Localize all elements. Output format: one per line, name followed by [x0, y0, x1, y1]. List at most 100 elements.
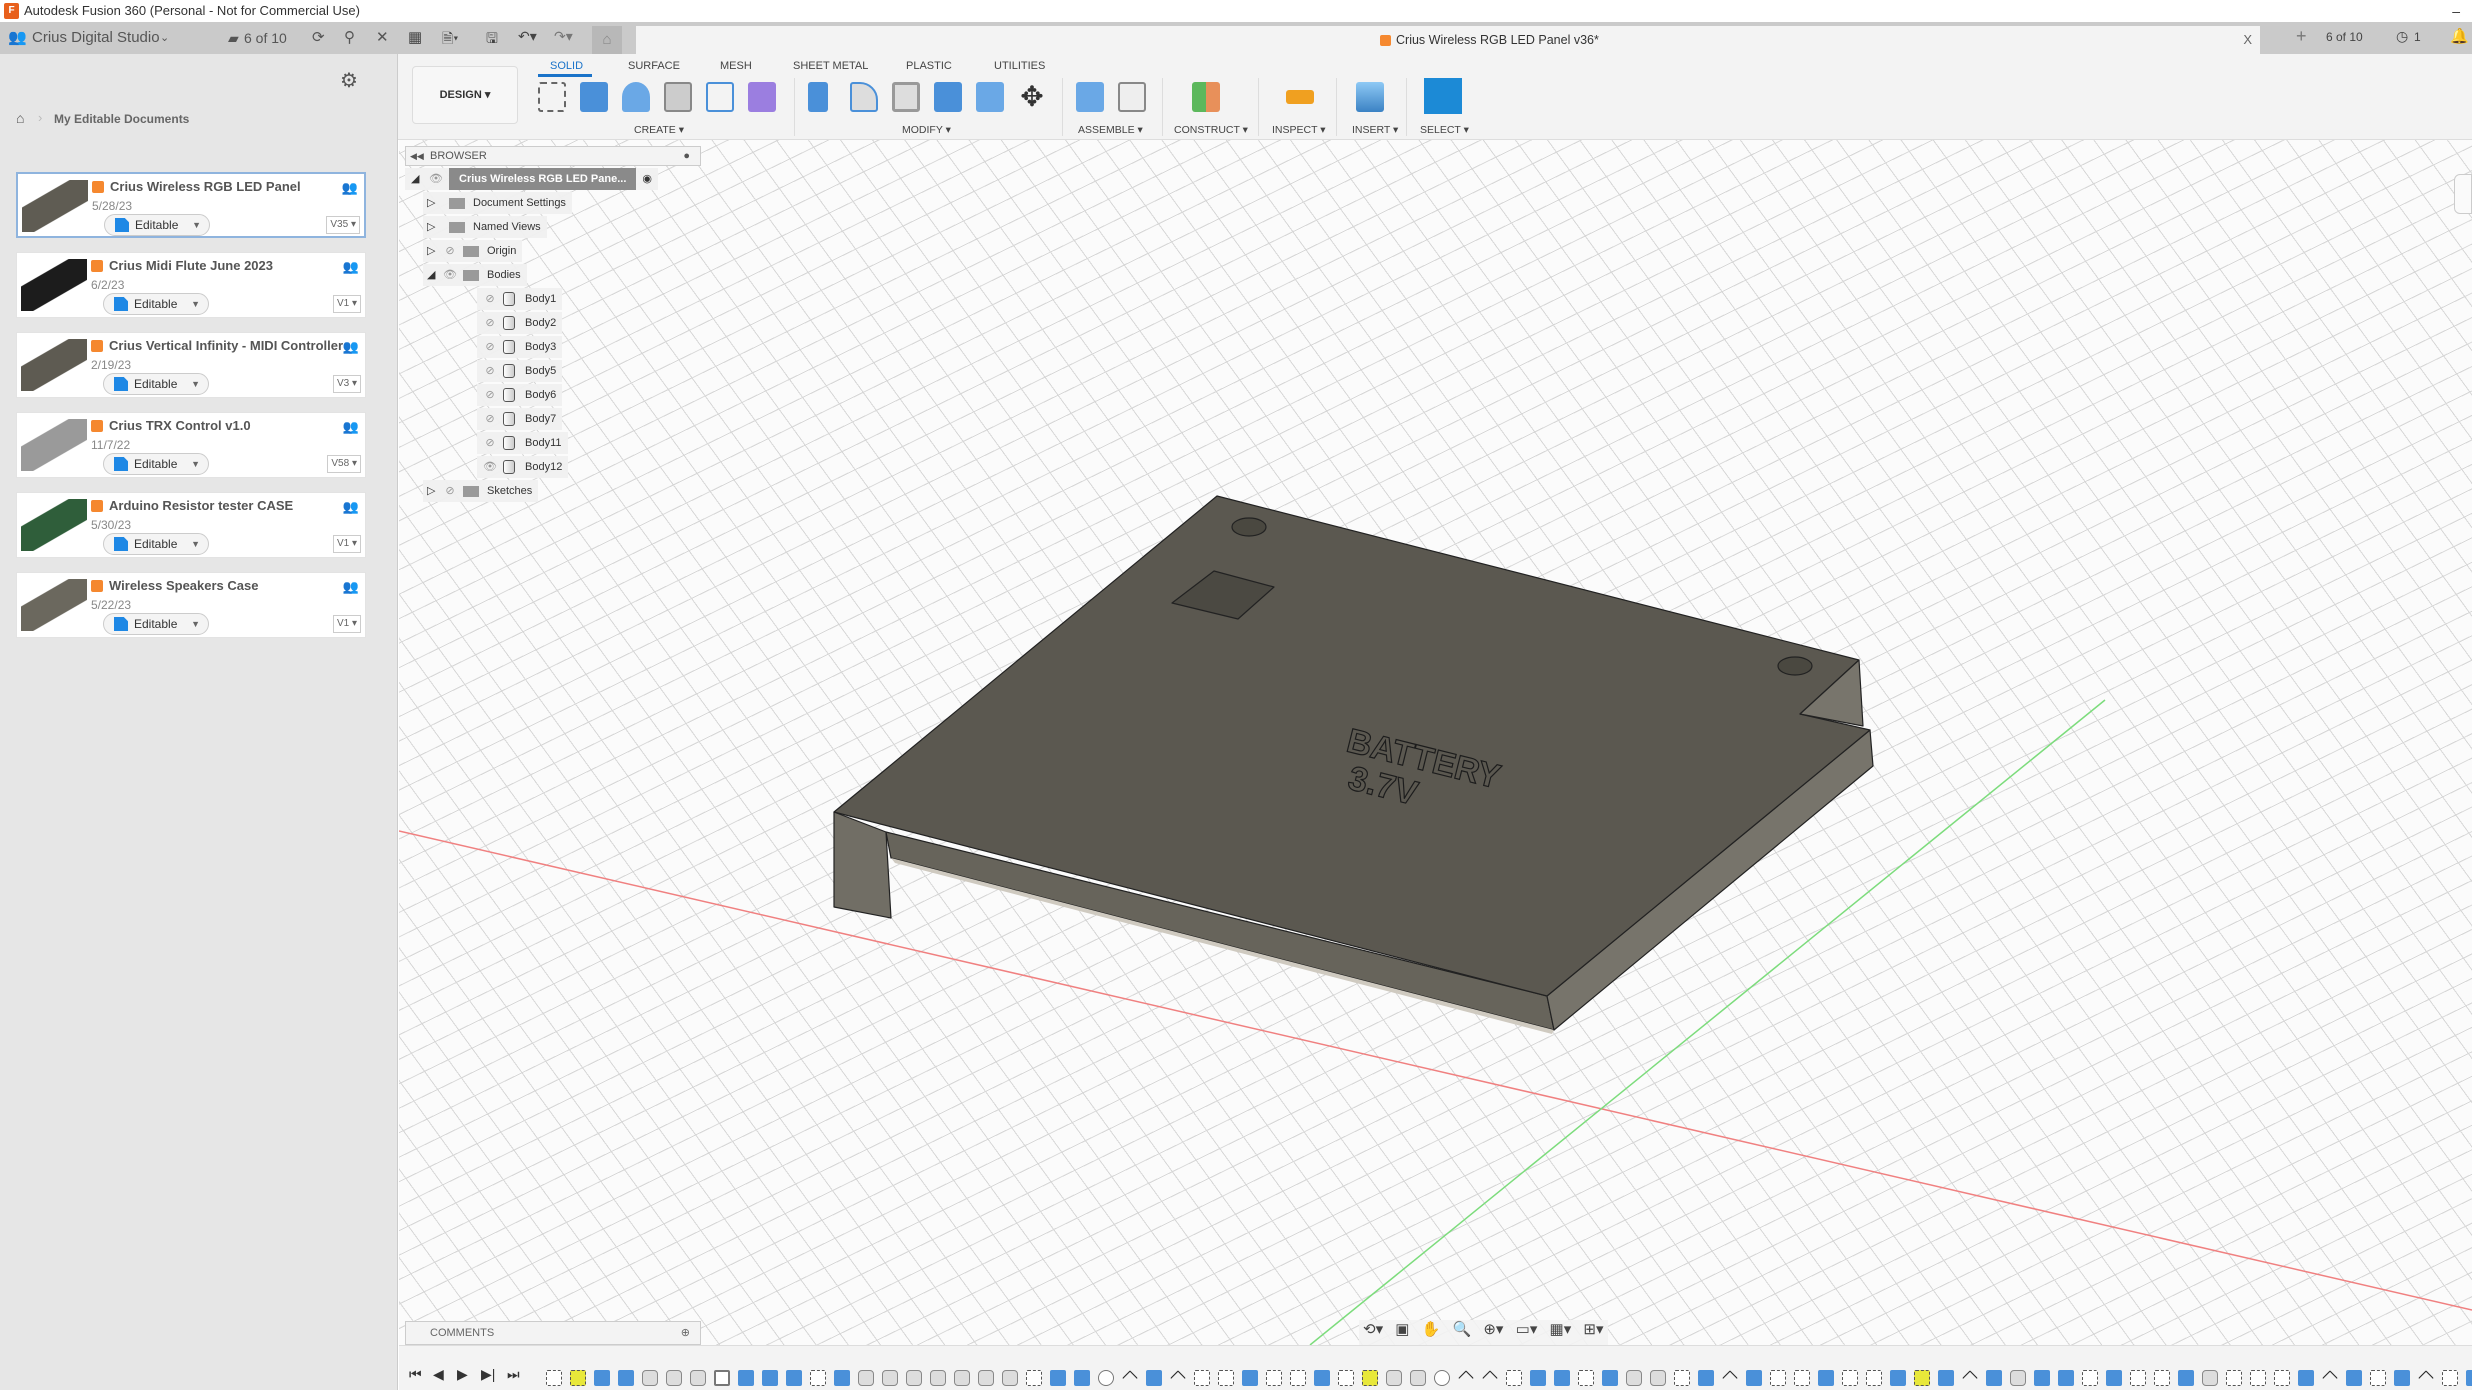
- timeline-extrude-feature-icon[interactable]: [2034, 1370, 2050, 1386]
- extrude-icon[interactable]: [580, 82, 608, 112]
- tab-surface[interactable]: SURFACE: [628, 60, 680, 72]
- viewports-icon[interactable]: ⊞▾: [1583, 1321, 1603, 1338]
- version-dropdown[interactable]: V58 ▾: [327, 455, 361, 473]
- grid-menu-icon[interactable]: ▦: [408, 28, 422, 46]
- browser-body[interactable]: 👁 Body12: [477, 456, 569, 478]
- timeline-sketch-feature-icon[interactable]: [1578, 1370, 1594, 1386]
- fit-icon[interactable]: ⊕▾: [1483, 1321, 1503, 1338]
- version-dropdown[interactable]: V1 ▾: [332, 535, 361, 553]
- editable-dropdown[interactable]: Editable ▼: [103, 293, 209, 315]
- timeline-hole-feature-icon[interactable]: [1410, 1370, 1426, 1386]
- step-forward-button[interactable]: ▶|: [481, 1366, 495, 1383]
- split-body-icon[interactable]: [976, 82, 1004, 112]
- version-dropdown[interactable]: V3 ▾: [332, 375, 361, 393]
- tab-plastic[interactable]: PLASTIC: [906, 60, 952, 72]
- collapse-arrow-icon[interactable]: ◢: [411, 168, 419, 190]
- timeline-sketch-feature-icon[interactable]: [1290, 1370, 1306, 1386]
- timeline-extrude-feature-icon[interactable]: [786, 1370, 802, 1386]
- eye-icon[interactable]: 👁: [483, 456, 497, 478]
- eye-hidden-icon[interactable]: ⊘: [443, 240, 457, 262]
- browser-folder[interactable]: ◢ 👁 Bodies: [423, 264, 527, 286]
- activate-radio-icon[interactable]: ◉: [642, 173, 652, 185]
- shared-people-icon[interactable]: 👥: [343, 339, 359, 355]
- combine-icon[interactable]: [934, 82, 962, 112]
- joint-icon[interactable]: [1118, 82, 1146, 112]
- offset-plane-icon[interactable]: [1192, 82, 1220, 112]
- inspect-menu[interactable]: INSPECT ▾: [1272, 124, 1326, 136]
- timeline-hole-feature-icon[interactable]: [954, 1370, 970, 1386]
- fillet-icon[interactable]: [850, 82, 878, 112]
- timeline-extrude-feature-icon[interactable]: [594, 1370, 610, 1386]
- shared-people-icon[interactable]: 👥: [342, 180, 358, 196]
- timeline-hole-feature-icon[interactable]: [666, 1370, 682, 1386]
- modify-menu[interactable]: MODIFY ▾: [902, 124, 951, 136]
- undo-icon[interactable]: ↶▾: [518, 28, 537, 45]
- pattern-icon[interactable]: [706, 82, 734, 112]
- move-icon[interactable]: ✥: [1018, 82, 1046, 112]
- 3d-viewport[interactable]: BATTERY 3.7V ◀◀ BROWSER ● ◢ 👁 Crius Wirele…: [399, 140, 2472, 1345]
- play-button[interactable]: ▶: [457, 1366, 468, 1383]
- editable-dropdown[interactable]: Editable ▼: [103, 373, 209, 395]
- timeline-extrude-feature-icon[interactable]: [2298, 1370, 2314, 1386]
- display-settings-icon[interactable]: ▭▾: [1516, 1321, 1538, 1338]
- eye-icon[interactable]: 👁: [429, 168, 443, 190]
- timeline-hole-feature-icon[interactable]: [690, 1370, 706, 1386]
- construct-menu[interactable]: CONSTRUCT ▾: [1174, 124, 1248, 136]
- hole-icon[interactable]: [664, 82, 692, 112]
- browser-folder[interactable]: ▷ Named Views: [423, 216, 547, 238]
- breadcrumb[interactable]: My Editable Documents: [54, 112, 189, 126]
- document-tab[interactable]: Crius Wireless RGB LED Panel v36* X: [636, 26, 2260, 54]
- timeline-extrude-feature-icon[interactable]: [2058, 1370, 2074, 1386]
- document-name[interactable]: Wireless Speakers Case: [109, 578, 359, 593]
- jobs-status[interactable]: 6 of 10: [2326, 30, 2363, 44]
- timeline-hole-feature-icon[interactable]: [858, 1370, 874, 1386]
- timeline-move-feature-icon[interactable]: [2418, 1370, 2434, 1386]
- search-icon[interactable]: ⚲: [344, 22, 355, 54]
- timeline-extrude-feature-icon[interactable]: [738, 1370, 754, 1386]
- redo-icon[interactable]: ↷▾: [554, 28, 573, 45]
- timeline-extrude-feature-icon[interactable]: [1530, 1370, 1546, 1386]
- refresh-icon[interactable]: ⟳: [312, 22, 325, 54]
- timeline-shell-feature-icon[interactable]: [714, 1370, 730, 1386]
- timeline-extrude-feature-icon[interactable]: [2466, 1370, 2472, 1386]
- timeline-extrude-feature-icon[interactable]: [1602, 1370, 1618, 1386]
- timeline-hole-feature-icon[interactable]: [1386, 1370, 1402, 1386]
- browser-body[interactable]: ⊘ Body3: [477, 336, 563, 358]
- version-dropdown[interactable]: V1 ▾: [332, 295, 361, 313]
- timeline-extrude-feature-icon[interactable]: [1746, 1370, 1762, 1386]
- workspace-switcher[interactable]: DESIGN ▾: [412, 66, 518, 124]
- timeline-sketch-feature-icon[interactable]: [1506, 1370, 1522, 1386]
- editable-dropdown[interactable]: Editable ▼: [103, 453, 209, 475]
- browser-folder[interactable]: ▷ ⊘ Origin: [423, 240, 523, 262]
- close-tab-button[interactable]: X: [2243, 26, 2252, 54]
- document-name[interactable]: Crius Vertical Infinity - MIDI Controlle…: [109, 338, 359, 353]
- viewcube[interactable]: [2454, 174, 2472, 214]
- browser-body[interactable]: ⊘ Body5: [477, 360, 563, 382]
- select-menu[interactable]: SELECT ▾: [1420, 124, 1469, 136]
- timeline-sketch-feature-icon[interactable]: [1842, 1370, 1858, 1386]
- timeline-sketch-feature-icon[interactable]: [2274, 1370, 2290, 1386]
- timeline-extrude-feature-icon[interactable]: [762, 1370, 778, 1386]
- expand-arrow-icon[interactable]: ▷: [427, 192, 435, 214]
- tab-mesh[interactable]: MESH: [720, 60, 752, 72]
- timeline-sketch-hl-feature-icon[interactable]: [570, 1370, 586, 1386]
- pin-icon[interactable]: ●: [683, 147, 690, 165]
- version-dropdown[interactable]: V35 ▾: [326, 216, 360, 234]
- document-name[interactable]: Arduino Resistor tester CASE: [109, 498, 359, 513]
- comments-panel[interactable]: COMMENTS ⊕: [405, 1321, 701, 1345]
- close-icon[interactable]: ✕: [376, 22, 389, 54]
- save-icon[interactable]: 🖫: [486, 28, 498, 52]
- timeline-extrude-feature-icon[interactable]: [1698, 1370, 1714, 1386]
- editable-dropdown[interactable]: Editable ▼: [103, 533, 209, 555]
- timeline-sketch-feature-icon[interactable]: [2130, 1370, 2146, 1386]
- document-card[interactable]: Crius Vertical Infinity - MIDI Controlle…: [16, 332, 366, 398]
- timeline-hole-feature-icon[interactable]: [1650, 1370, 1666, 1386]
- document-name[interactable]: Crius Midi Flute June 2023: [109, 258, 359, 273]
- timeline-move-feature-icon[interactable]: [2322, 1370, 2338, 1386]
- timeline-hole-feature-icon[interactable]: [2202, 1370, 2218, 1386]
- clock-icon[interactable]: ◷: [2396, 28, 2408, 45]
- timeline-sketch-feature-icon[interactable]: [546, 1370, 562, 1386]
- shared-people-icon[interactable]: 👥: [343, 579, 359, 595]
- timeline-sketch-feature-icon[interactable]: [2250, 1370, 2266, 1386]
- add-comment-icon[interactable]: ⊕: [681, 1322, 690, 1344]
